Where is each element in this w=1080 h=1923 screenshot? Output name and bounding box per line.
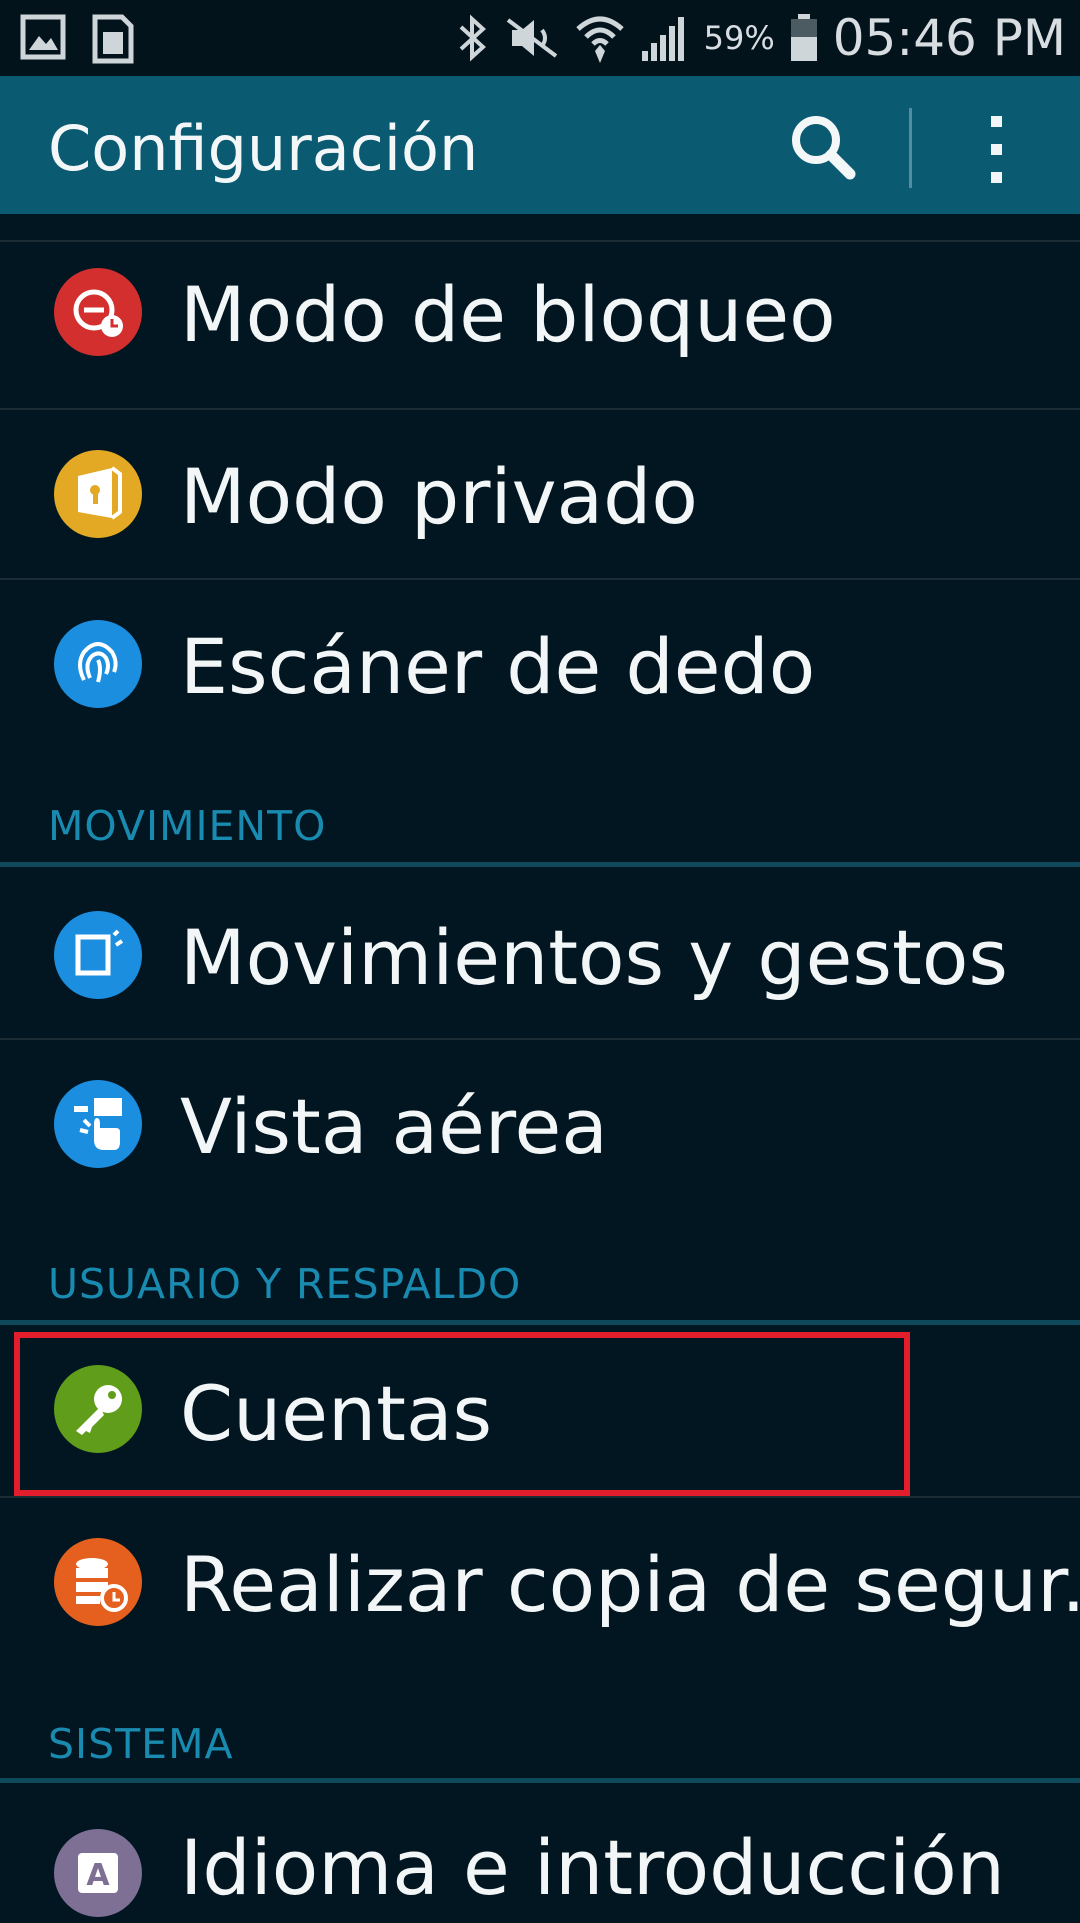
signal-icon <box>641 17 684 61</box>
language-icon: A <box>54 1829 142 1917</box>
more-vert-icon <box>991 116 1002 127</box>
clock: 05:46 PM <box>832 9 1066 67</box>
list-item-label: Movimientos y gestos <box>180 913 1008 1002</box>
highlight-box <box>14 1332 910 1496</box>
section-header-usuario-respaldo: USUARIO Y RESPALDO <box>48 1260 522 1308</box>
motions-gestures-icon <box>54 911 142 999</box>
battery-icon <box>790 14 817 61</box>
mute-icon <box>506 18 557 58</box>
search-icon <box>792 116 856 180</box>
battery-percent: 59% <box>703 19 775 57</box>
action-bar-divider <box>909 108 912 188</box>
more-vert-icon-dot <box>991 172 1002 183</box>
list-item-air-view[interactable]: Vista aérea <box>0 1040 1080 1208</box>
sd-card-notification-icon <box>92 14 134 64</box>
section-header-movimiento: MOVIMIENTO <box>48 802 327 850</box>
search-button[interactable] <box>780 108 870 188</box>
list-item-motions-gestures[interactable]: Movimientos y gestos <box>0 867 1080 1035</box>
private-mode-icon <box>54 450 142 538</box>
list-item-private-mode[interactable]: Modo privado <box>0 410 1080 578</box>
backup-icon <box>54 1538 142 1626</box>
list-item-label: Vista aérea <box>180 1082 608 1171</box>
more-vert-icon-dot <box>991 144 1002 155</box>
list-item-fingerprint-scanner[interactable]: Escáner de dedo <box>0 580 1080 748</box>
list-item-label: Modo de bloqueo <box>180 270 836 359</box>
blocking-mode-icon <box>54 268 142 356</box>
settings-list: Modo de bloqueo Modo privado Escáner de … <box>0 214 1080 1920</box>
list-item-label: Realizar copia de segur.. <box>180 1540 1080 1629</box>
wifi-icon <box>575 16 624 63</box>
list-item-blocking-mode[interactable]: Modo de bloqueo <box>0 242 1080 382</box>
overflow-menu-button[interactable] <box>965 104 1025 194</box>
bluetooth-icon <box>459 14 486 62</box>
list-item-label: Modo privado <box>180 452 698 541</box>
svg-text:A: A <box>86 1858 110 1893</box>
fingerprint-icon <box>54 620 142 708</box>
gallery-notification-icon <box>20 14 66 60</box>
list-item-label: Escáner de dedo <box>180 622 816 711</box>
air-view-icon <box>54 1080 142 1168</box>
list-item-label: Idioma e introducción <box>180 1823 1005 1912</box>
status-bar: 59% 05:46 PM <box>0 0 1080 76</box>
list-item-language-input[interactable]: A Idioma e introducción <box>0 1783 1080 1923</box>
section-header-sistema: SISTEMA <box>48 1720 234 1768</box>
action-bar: Configuración <box>0 76 1080 214</box>
list-item-backup[interactable]: Realizar copia de segur.. <box>0 1498 1080 1666</box>
page-title: Configuración <box>48 112 479 185</box>
